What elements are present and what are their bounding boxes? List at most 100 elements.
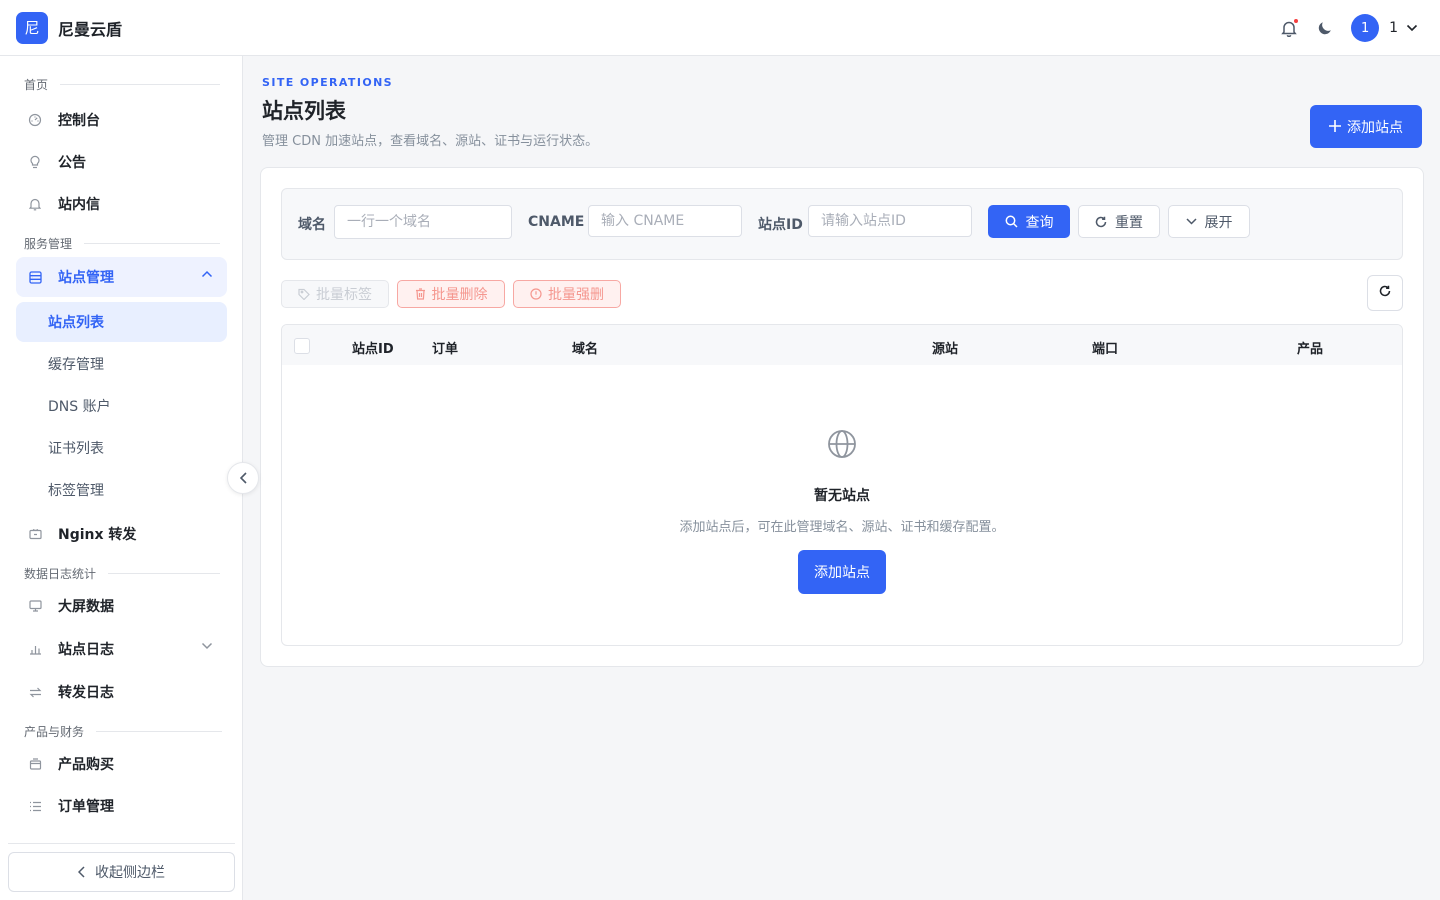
trash-icon — [415, 288, 426, 300]
globe-icon — [827, 429, 857, 459]
sidebar-item-announcements[interactable]: 公告 — [16, 142, 227, 182]
batch-tag-label: 批量标签 — [316, 287, 372, 303]
query-button[interactable]: 查询 — [988, 205, 1070, 238]
dashboard-icon — [28, 113, 42, 127]
sidebar-toggle-button[interactable] — [227, 462, 259, 494]
sidebar-item-label: 站内信 — [58, 197, 100, 213]
section-title-finance: 产品与财务 — [24, 723, 223, 740]
expand-button[interactable]: 展开 — [1168, 205, 1250, 238]
empty-state-description: 添加站点后，可在此管理域名、源站、证书和缓存配置。 — [679, 520, 1005, 535]
header-actions: 1 1 — [1279, 0, 1418, 56]
siteid-input[interactable] — [808, 205, 972, 237]
sidebar-subitem-certificates[interactable]: 证书列表 — [16, 428, 227, 468]
siteid-label: 站点ID — [758, 217, 803, 233]
collapse-sidebar-label: 收起侧边栏 — [95, 865, 165, 881]
sidebar-item-label: Nginx 转发 — [58, 527, 137, 543]
user-avatar[interactable]: 1 — [1351, 14, 1380, 42]
reset-label: 重置 — [1115, 214, 1143, 231]
shop-icon — [28, 757, 42, 771]
table-header: 站点ID 订单 域名 源站 端口 产品 — [282, 325, 1402, 365]
page-eyebrow: SITE OPERATIONS — [262, 76, 393, 89]
empty-state-add-site-button[interactable]: 添加站点 — [798, 550, 886, 594]
domain-input[interactable] — [334, 205, 512, 239]
filter-panel: 域名 CNAME 站点ID 查询 重置 展开 — [281, 188, 1403, 260]
notification-bell-icon[interactable] — [1279, 18, 1300, 38]
empty-state-title: 暂无站点 — [814, 488, 870, 504]
monitor-icon — [28, 599, 42, 613]
dark-mode-moon-icon[interactable] — [1315, 18, 1335, 38]
reset-button[interactable]: 重置 — [1078, 205, 1160, 238]
collapse-sidebar-button[interactable]: 收起侧边栏 — [8, 852, 235, 892]
chevron-down-icon[interactable] — [1406, 24, 1418, 32]
page-description: 管理 CDN 加速站点，查看域名、源站、证书与运行状态。 — [262, 134, 599, 149]
chevron-up-icon — [201, 270, 213, 278]
swap-icon — [28, 685, 42, 699]
top-header: 尼 尼曼云盾 1 1 — [0, 0, 1440, 56]
site-list-card: 域名 CNAME 站点ID 查询 重置 展开 批量标签 批量删除 批量强删 — [260, 167, 1424, 667]
bar-chart-icon — [28, 642, 42, 656]
batch-delete-label: 批量删除 — [431, 287, 488, 303]
tag-icon — [298, 288, 310, 300]
add-site-button[interactable]: 添加站点 — [1310, 105, 1422, 148]
reload-icon — [1095, 216, 1107, 228]
sidebar-item-site-management[interactable]: 站点管理 — [16, 257, 227, 297]
sidebar-subitem-site-list[interactable]: 站点列表 — [16, 302, 227, 342]
sidebar-subitem-cache[interactable]: 缓存管理 — [16, 344, 227, 384]
plus-icon — [1329, 118, 1341, 136]
sidebar-subitem-dns-accounts[interactable]: DNS 账户 — [16, 386, 227, 426]
sidebar-item-label: 订单管理 — [58, 799, 114, 815]
sidebar-subitem-tags[interactable]: 标签管理 — [16, 470, 227, 510]
query-label: 查询 — [1025, 214, 1054, 231]
column-header-port[interactable]: 端口 — [1092, 338, 1118, 357]
sidebar-item-nginx-forward[interactable]: Nginx 转发 — [16, 514, 227, 554]
sidebar-divider — [8, 843, 235, 844]
column-header-domain[interactable]: 域名 — [572, 338, 598, 357]
sidebar-item-forward-logs[interactable]: 转发日志 — [16, 672, 227, 712]
app-logo[interactable]: 尼 — [16, 11, 48, 44]
forward-icon — [28, 527, 42, 541]
brand-name: 尼曼云盾 — [58, 19, 123, 39]
select-all-checkbox[interactable] — [294, 338, 310, 354]
search-icon — [1005, 215, 1018, 228]
expand-label: 展开 — [1204, 214, 1233, 231]
page-title: 站点列表 — [262, 99, 346, 123]
sidebar-item-big-screen[interactable]: 大屏数据 — [16, 586, 227, 626]
chevron-down-icon — [201, 642, 213, 650]
add-site-label: 添加站点 — [1347, 119, 1403, 136]
sidebar-item-label: 转发日志 — [58, 685, 114, 701]
batch-delete-button[interactable]: 批量删除 — [397, 280, 505, 308]
domain-label: 域名 — [298, 217, 326, 233]
column-header-order[interactable]: 订单 — [432, 338, 458, 357]
sidebar-item-dashboard[interactable]: 控制台 — [16, 100, 227, 140]
sidebar-item-messages[interactable]: 站内信 — [16, 184, 227, 224]
list-icon — [28, 799, 42, 813]
sidebar: 首页 控制台 公告 站内信 服务管理 站点管理 站点列表 缓存管理 DNS 账户… — [0, 56, 243, 900]
sites-table: 站点ID 订单 域名 源站 端口 产品 暂无站点 添加站点后，可在此管理域名、源… — [281, 324, 1403, 646]
chevron-left-icon — [78, 866, 85, 878]
cname-label: CNAME — [528, 214, 585, 230]
section-title-data: 数据日志统计 — [24, 565, 221, 582]
column-header-origin[interactable]: 源站 — [932, 338, 958, 357]
sidebar-item-label: 公告 — [58, 155, 86, 171]
sidebar-item-site-logs[interactable]: 站点日志 — [16, 629, 227, 669]
user-name[interactable]: 1 — [1389, 20, 1398, 36]
batch-force-delete-button[interactable]: 批量强删 — [513, 280, 621, 308]
server-icon — [28, 270, 42, 284]
refresh-icon — [1379, 285, 1391, 301]
sidebar-item-label: 产品购买 — [58, 757, 114, 773]
column-header-site-id[interactable]: 站点ID — [352, 338, 394, 357]
sidebar-item-buy-products[interactable]: 产品购买 — [16, 744, 227, 784]
column-header-product[interactable]: 产品 — [1297, 338, 1323, 357]
chevron-left-icon — [239, 472, 247, 484]
sidebar-item-orders[interactable]: 订单管理 — [16, 786, 227, 826]
warning-circle-icon — [530, 288, 542, 300]
notification-dot — [1293, 18, 1300, 24]
bulb-icon — [28, 155, 42, 169]
batch-force-delete-label: 批量强删 — [548, 287, 604, 303]
sidebar-item-label: 站点日志 — [58, 642, 114, 658]
section-title-service: 服务管理 — [24, 235, 221, 252]
cname-input[interactable] — [588, 205, 742, 237]
batch-tag-button[interactable]: 批量标签 — [281, 280, 389, 308]
refresh-button[interactable] — [1367, 275, 1403, 311]
section-title-home: 首页 — [24, 76, 221, 93]
